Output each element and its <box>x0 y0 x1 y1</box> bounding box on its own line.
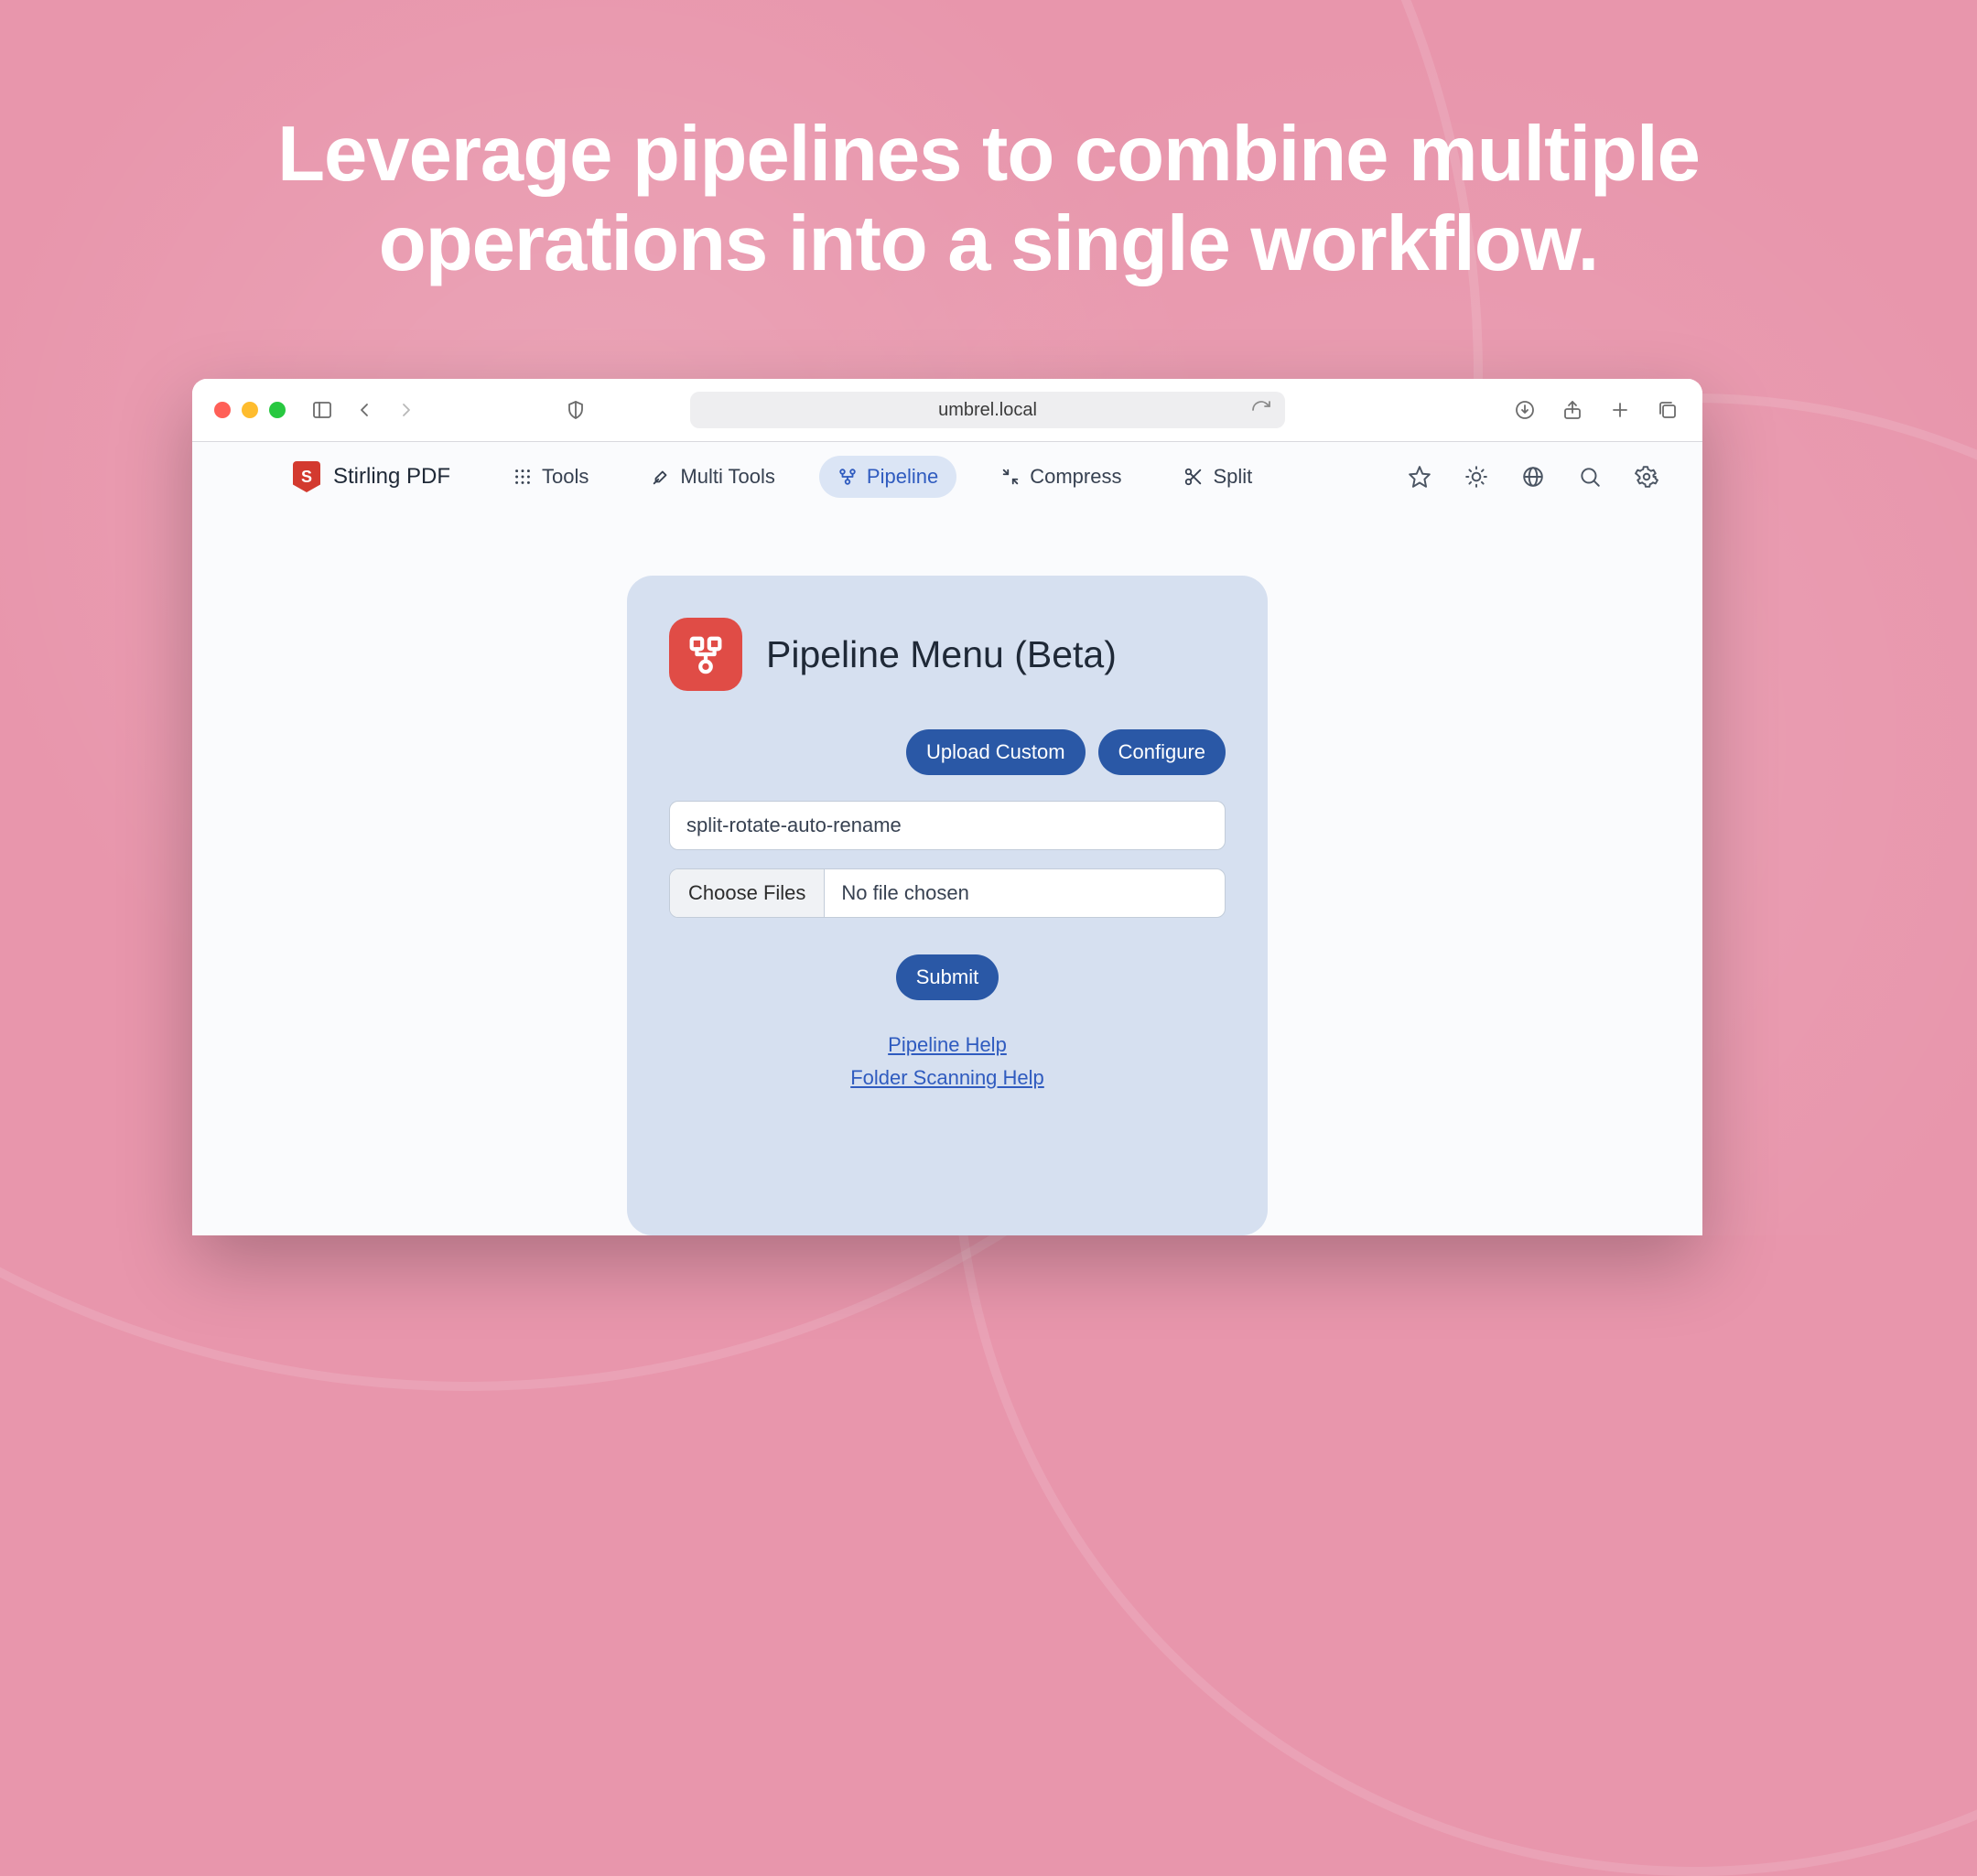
submit-button[interactable]: Submit <box>896 954 999 1000</box>
search-icon[interactable] <box>1578 465 1602 489</box>
card-title: Pipeline Menu (Beta) <box>766 633 1117 676</box>
compress-icon <box>1000 467 1021 487</box>
maximize-window-button[interactable] <box>269 402 286 418</box>
folder-scanning-help-link[interactable]: Folder Scanning Help <box>850 1066 1044 1090</box>
address-bar-text: umbrel.local <box>938 400 1037 421</box>
nav-pipeline[interactable]: Pipeline <box>819 456 956 498</box>
page-content: Pipeline Menu (Beta) Upload Custom Confi… <box>192 512 1702 1235</box>
pipeline-logo-icon <box>669 618 742 691</box>
shield-icon[interactable] <box>563 397 589 423</box>
back-button[interactable] <box>351 397 377 423</box>
pipeline-name-input[interactable] <box>669 801 1226 850</box>
language-icon[interactable] <box>1521 465 1545 489</box>
nav-split[interactable]: Split <box>1165 456 1270 498</box>
refresh-icon[interactable] <box>1248 397 1274 423</box>
pipeline-card: Pipeline Menu (Beta) Upload Custom Confi… <box>627 576 1268 1235</box>
nav-multi-tools[interactable]: Multi Tools <box>632 456 794 498</box>
theme-icon[interactable] <box>1464 465 1488 489</box>
upload-custom-button[interactable]: Upload Custom <box>906 729 1086 775</box>
file-status-label: No file chosen <box>825 869 1225 917</box>
close-window-button[interactable] <box>214 402 231 418</box>
grid-icon <box>513 467 533 487</box>
new-tab-icon[interactable] <box>1607 397 1633 423</box>
brand-name: Stirling PDF <box>333 464 450 490</box>
pipeline-help-link[interactable]: Pipeline Help <box>888 1033 1007 1057</box>
favorite-icon[interactable] <box>1408 465 1431 489</box>
settings-icon[interactable] <box>1635 465 1658 489</box>
marketing-headline: Leverage pipelines to combine multiple o… <box>0 110 1977 289</box>
forward-button[interactable] <box>394 397 419 423</box>
browser-chrome: umbrel.local <box>192 379 1702 441</box>
scissors-icon <box>1183 467 1204 487</box>
choose-files-button[interactable]: Choose Files <box>670 869 825 917</box>
browser-window: umbrel.local S <box>192 379 1702 1235</box>
traffic-lights <box>214 402 286 418</box>
configure-button[interactable]: Configure <box>1098 729 1226 775</box>
nav-label: Split <box>1213 465 1252 489</box>
pipeline-icon <box>837 467 858 487</box>
nav-label: Compress <box>1030 465 1121 489</box>
downloads-icon[interactable] <box>1512 397 1538 423</box>
tabs-overview-icon[interactable] <box>1655 397 1680 423</box>
sidebar-toggle-icon[interactable] <box>309 397 335 423</box>
nav-label: Pipeline <box>867 465 938 489</box>
minimize-window-button[interactable] <box>242 402 258 418</box>
address-bar[interactable]: umbrel.local <box>690 392 1285 428</box>
app-navbar: S Stirling PDF Tools Multi Tools Pipelin… <box>192 442 1702 512</box>
file-input-row: Choose Files No file chosen <box>669 868 1226 918</box>
tools-icon <box>651 467 671 487</box>
brand[interactable]: S Stirling PDF <box>293 461 450 492</box>
nav-label: Tools <box>542 465 589 489</box>
nav-tools[interactable]: Tools <box>494 456 607 498</box>
brand-logo-icon: S <box>293 461 320 492</box>
nav-label: Multi Tools <box>680 465 775 489</box>
nav-compress[interactable]: Compress <box>982 456 1140 498</box>
share-icon[interactable] <box>1560 397 1585 423</box>
